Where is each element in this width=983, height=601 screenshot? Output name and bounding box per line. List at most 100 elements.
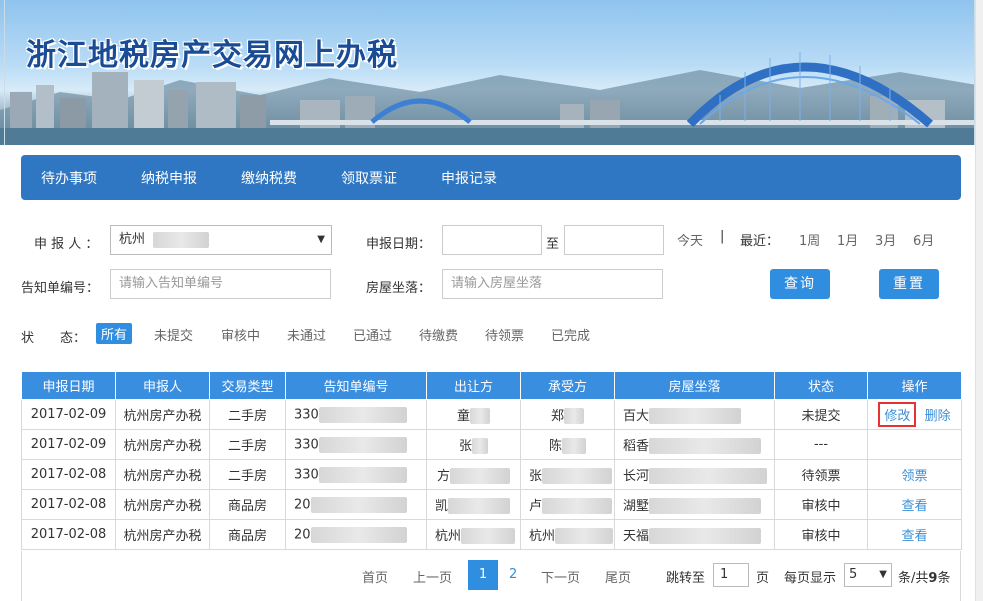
- cell-actions: 查看: [867, 489, 962, 520]
- status-approved[interactable]: 已通过: [353, 325, 392, 344]
- cell-status: 审核中: [774, 519, 868, 550]
- date-start-input[interactable]: [442, 225, 542, 255]
- first-page-link[interactable]: 首页: [362, 567, 388, 586]
- cell-buyer: 郑: [520, 399, 615, 430]
- total-suffix: 条: [937, 571, 951, 586]
- cell-actions: 查看: [867, 519, 962, 550]
- cell-buyer: 陈: [520, 429, 615, 460]
- cell-date: 2017-02-08: [21, 519, 116, 550]
- status-all[interactable]: 所有: [96, 323, 133, 344]
- table-row: 2017-02-08 杭州房产办税 商品房 20 凯 卢 湖墅 审核中 查看: [21, 489, 962, 520]
- cell-seller: 凯: [426, 489, 521, 520]
- view-button[interactable]: 查看: [901, 499, 927, 514]
- total-count: 条/共9条: [898, 567, 950, 586]
- cell-buyer: 卢: [520, 489, 615, 520]
- table-row: 2017-02-09 杭州房产办税 二手房 330 张 陈 稻香 ---: [21, 429, 962, 460]
- cell-seller: 张: [426, 429, 521, 460]
- cell-actions: 领票: [867, 459, 962, 490]
- col-header-address: 房屋坐落: [614, 371, 775, 400]
- col-header-reporter: 申报人: [115, 371, 210, 400]
- date-to-label: 至: [546, 237, 560, 252]
- col-header-actions: 操作: [867, 371, 962, 400]
- recent-3-months[interactable]: 3月: [875, 230, 896, 249]
- nav-item-pending[interactable]: 待办事项: [41, 168, 97, 188]
- address-label: 房屋坐落：: [366, 281, 432, 296]
- search-button[interactable]: 查询: [770, 269, 830, 299]
- address-input[interactable]: 请输入房屋坐落: [442, 269, 663, 299]
- table-row: 2017-02-09 杭州房产办税 二手房 330 童 郑 百大 未提交 修改 …: [21, 399, 962, 430]
- cell-notice: 330: [285, 399, 427, 430]
- recent-1-week[interactable]: 1周: [799, 230, 820, 249]
- cell-status: 未提交: [774, 399, 868, 430]
- nav-item-filing-records[interactable]: 申报记录: [441, 168, 497, 188]
- status-rejected[interactable]: 未通过: [287, 325, 326, 344]
- cell-reporter: 杭州房产办税: [115, 459, 210, 490]
- cell-actions: 修改 删除: [867, 399, 962, 430]
- edit-button[interactable]: 修改: [878, 402, 917, 427]
- notice-number-label: 告知单编号：: [21, 281, 100, 296]
- cell-address: 湖墅: [614, 489, 775, 520]
- col-header-seller: 出让方: [426, 371, 521, 400]
- vertical-scrollbar[interactable]: [975, 0, 983, 601]
- jump-page-input[interactable]: 1: [713, 563, 749, 587]
- status-awaiting-payment[interactable]: 待缴费: [419, 325, 458, 344]
- reporter-value: 杭州: [119, 232, 146, 247]
- last-page-link[interactable]: 尾页: [605, 567, 631, 586]
- recent-6-months[interactable]: 6月: [913, 230, 934, 249]
- cell-reporter: 杭州房产办税: [115, 399, 210, 430]
- header-banner: 浙江地税房产交易网上办税: [0, 0, 983, 145]
- view-button[interactable]: 查看: [901, 529, 927, 544]
- cell-reporter: 杭州房产办税: [115, 519, 210, 550]
- cell-notice: 330: [285, 429, 427, 460]
- delete-button[interactable]: 删除: [925, 409, 951, 424]
- cell-address: 长河: [614, 459, 775, 490]
- reset-button[interactable]: 重置: [879, 269, 939, 299]
- per-page-label: 每页显示: [784, 571, 837, 586]
- status-reviewing[interactable]: 审核中: [221, 325, 260, 344]
- cell-date: 2017-02-08: [21, 459, 116, 490]
- cell-date: 2017-02-09: [21, 429, 116, 460]
- records-table: 申报日期 申报人 交易类型 告知单编号 出让方 承受方 房屋坐落 状态 操作 2…: [21, 371, 962, 550]
- reporter-select[interactable]: 杭州 ▼: [110, 225, 332, 255]
- recent-1-month[interactable]: 1月: [837, 230, 858, 249]
- status-awaiting-receipt[interactable]: 待领票: [485, 325, 524, 344]
- divider: |: [720, 229, 725, 244]
- cell-reporter: 杭州房产办税: [115, 429, 210, 460]
- redacted-block: [153, 231, 210, 248]
- nav-item-tax-payment[interactable]: 缴纳税费: [241, 168, 297, 188]
- cell-buyer: 张: [520, 459, 615, 490]
- cell-seller: 童: [426, 399, 521, 430]
- receive-receipt-button[interactable]: 领票: [901, 469, 927, 484]
- recent-label: 最近：: [740, 234, 780, 249]
- col-header-notice: 告知单编号: [285, 371, 427, 400]
- today-link[interactable]: 今天: [677, 230, 703, 249]
- table-header-row: 申报日期 申报人 交易类型 告知单编号 出让方 承受方 房屋坐落 状态 操作: [21, 371, 962, 400]
- date-label: 申报日期：: [366, 237, 432, 252]
- table-row: 2017-02-08 杭州房产办税 商品房 20 杭州 杭州 天福 审核中 查看: [21, 519, 962, 550]
- cell-notice: 20: [285, 489, 427, 520]
- prev-page-link[interactable]: 上一页: [413, 567, 452, 586]
- cell-date: 2017-02-08: [21, 489, 116, 520]
- cell-buyer: 杭州: [520, 519, 615, 550]
- page-unit-label: 页: [756, 571, 770, 586]
- status-completed[interactable]: 已完成: [551, 325, 590, 344]
- cell-address: 稻香: [614, 429, 775, 460]
- per-page-value: 5: [849, 567, 858, 582]
- nav-item-receipts[interactable]: 领取票证: [341, 168, 397, 188]
- cell-type: 二手房: [209, 399, 286, 430]
- nav-item-tax-filing[interactable]: 纳税申报: [141, 168, 197, 188]
- cell-status: 审核中: [774, 489, 868, 520]
- pagination: 首页 上一页 1 2 下一页 尾页 跳转至 1 页 每页显示 5 ▼ 条/共9条: [21, 551, 961, 601]
- main-nav: 待办事项 纳税申报 缴纳税费 领取票证 申报记录: [21, 155, 961, 200]
- cell-type: 商品房: [209, 489, 286, 520]
- per-page-select[interactable]: 5 ▼: [844, 563, 892, 587]
- status-not-submitted[interactable]: 未提交: [154, 325, 193, 344]
- col-header-status: 状态: [774, 371, 868, 400]
- next-page-link[interactable]: 下一页: [541, 567, 580, 586]
- page-2-button[interactable]: 2: [509, 567, 517, 582]
- notice-number-input[interactable]: 请输入告知单编号: [110, 269, 331, 299]
- page-1-button[interactable]: 1: [468, 560, 498, 590]
- col-header-type: 交易类型: [209, 371, 286, 400]
- jump-label: 跳转至: [666, 571, 706, 586]
- date-end-input[interactable]: [564, 225, 664, 255]
